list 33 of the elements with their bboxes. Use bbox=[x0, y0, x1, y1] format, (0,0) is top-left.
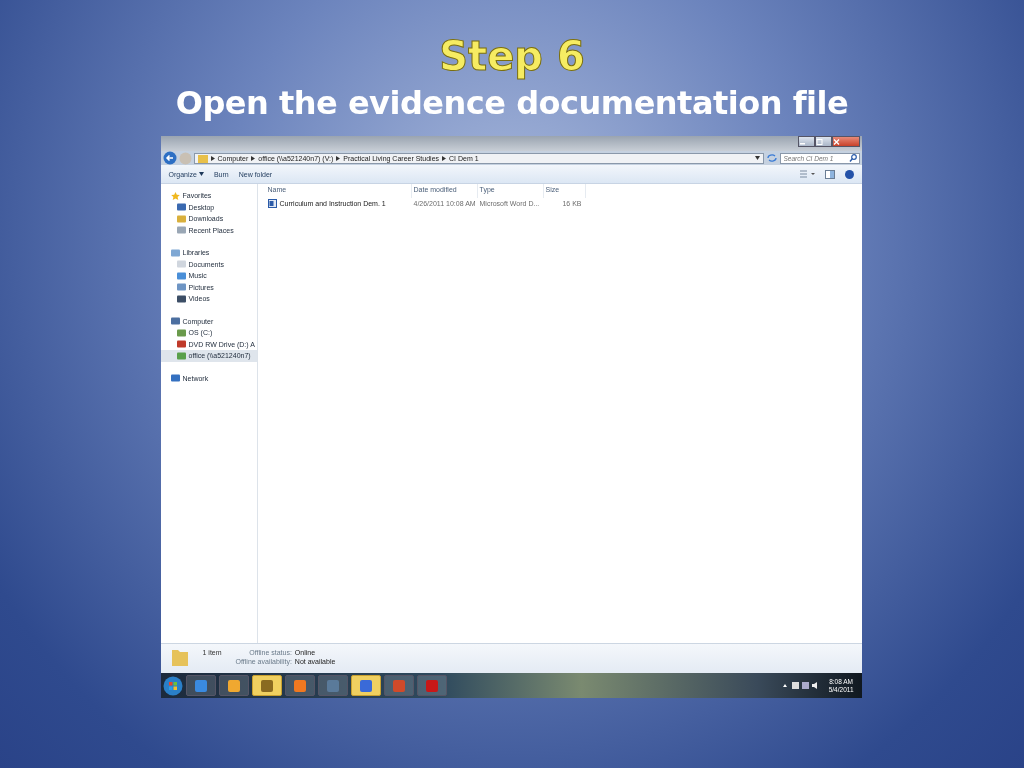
close-button[interactable] bbox=[831, 136, 860, 148]
chevron-icon bbox=[251, 155, 256, 161]
close-icon bbox=[832, 138, 840, 145]
search-icon bbox=[848, 154, 857, 163]
taskbar-button[interactable] bbox=[251, 675, 282, 697]
app-icon bbox=[358, 678, 373, 693]
start-orb-icon bbox=[162, 675, 183, 696]
maximize-button[interactable] bbox=[814, 136, 832, 148]
help-icon bbox=[844, 169, 854, 179]
taskbar-button[interactable] bbox=[284, 675, 315, 697]
star-icon bbox=[170, 191, 180, 200]
taskbar-button[interactable] bbox=[185, 675, 216, 697]
chevron-icon bbox=[210, 155, 215, 161]
preview-pane-icon bbox=[824, 169, 835, 179]
refresh-icon bbox=[765, 153, 778, 164]
app-icon bbox=[424, 678, 439, 693]
app-icon bbox=[292, 678, 307, 693]
maximize-icon bbox=[815, 138, 823, 145]
app-icon bbox=[259, 678, 274, 693]
chevron-icon bbox=[442, 155, 447, 161]
app-icon bbox=[226, 678, 241, 693]
minimize-button[interactable] bbox=[797, 136, 815, 148]
chevron-icon bbox=[336, 155, 341, 161]
tray-icons-icon bbox=[781, 681, 820, 691]
view-options-icon bbox=[798, 169, 815, 179]
word-document-icon bbox=[267, 199, 277, 209]
caret-icon bbox=[198, 172, 204, 177]
taskbar-button[interactable] bbox=[350, 675, 381, 697]
app-icon bbox=[325, 678, 340, 693]
app-icon bbox=[391, 678, 406, 693]
dropdown-arrow-icon bbox=[754, 156, 760, 161]
slide-subtitle: Open the evidence documentation file bbox=[175, 86, 849, 122]
taskbar-button[interactable] bbox=[218, 675, 249, 697]
